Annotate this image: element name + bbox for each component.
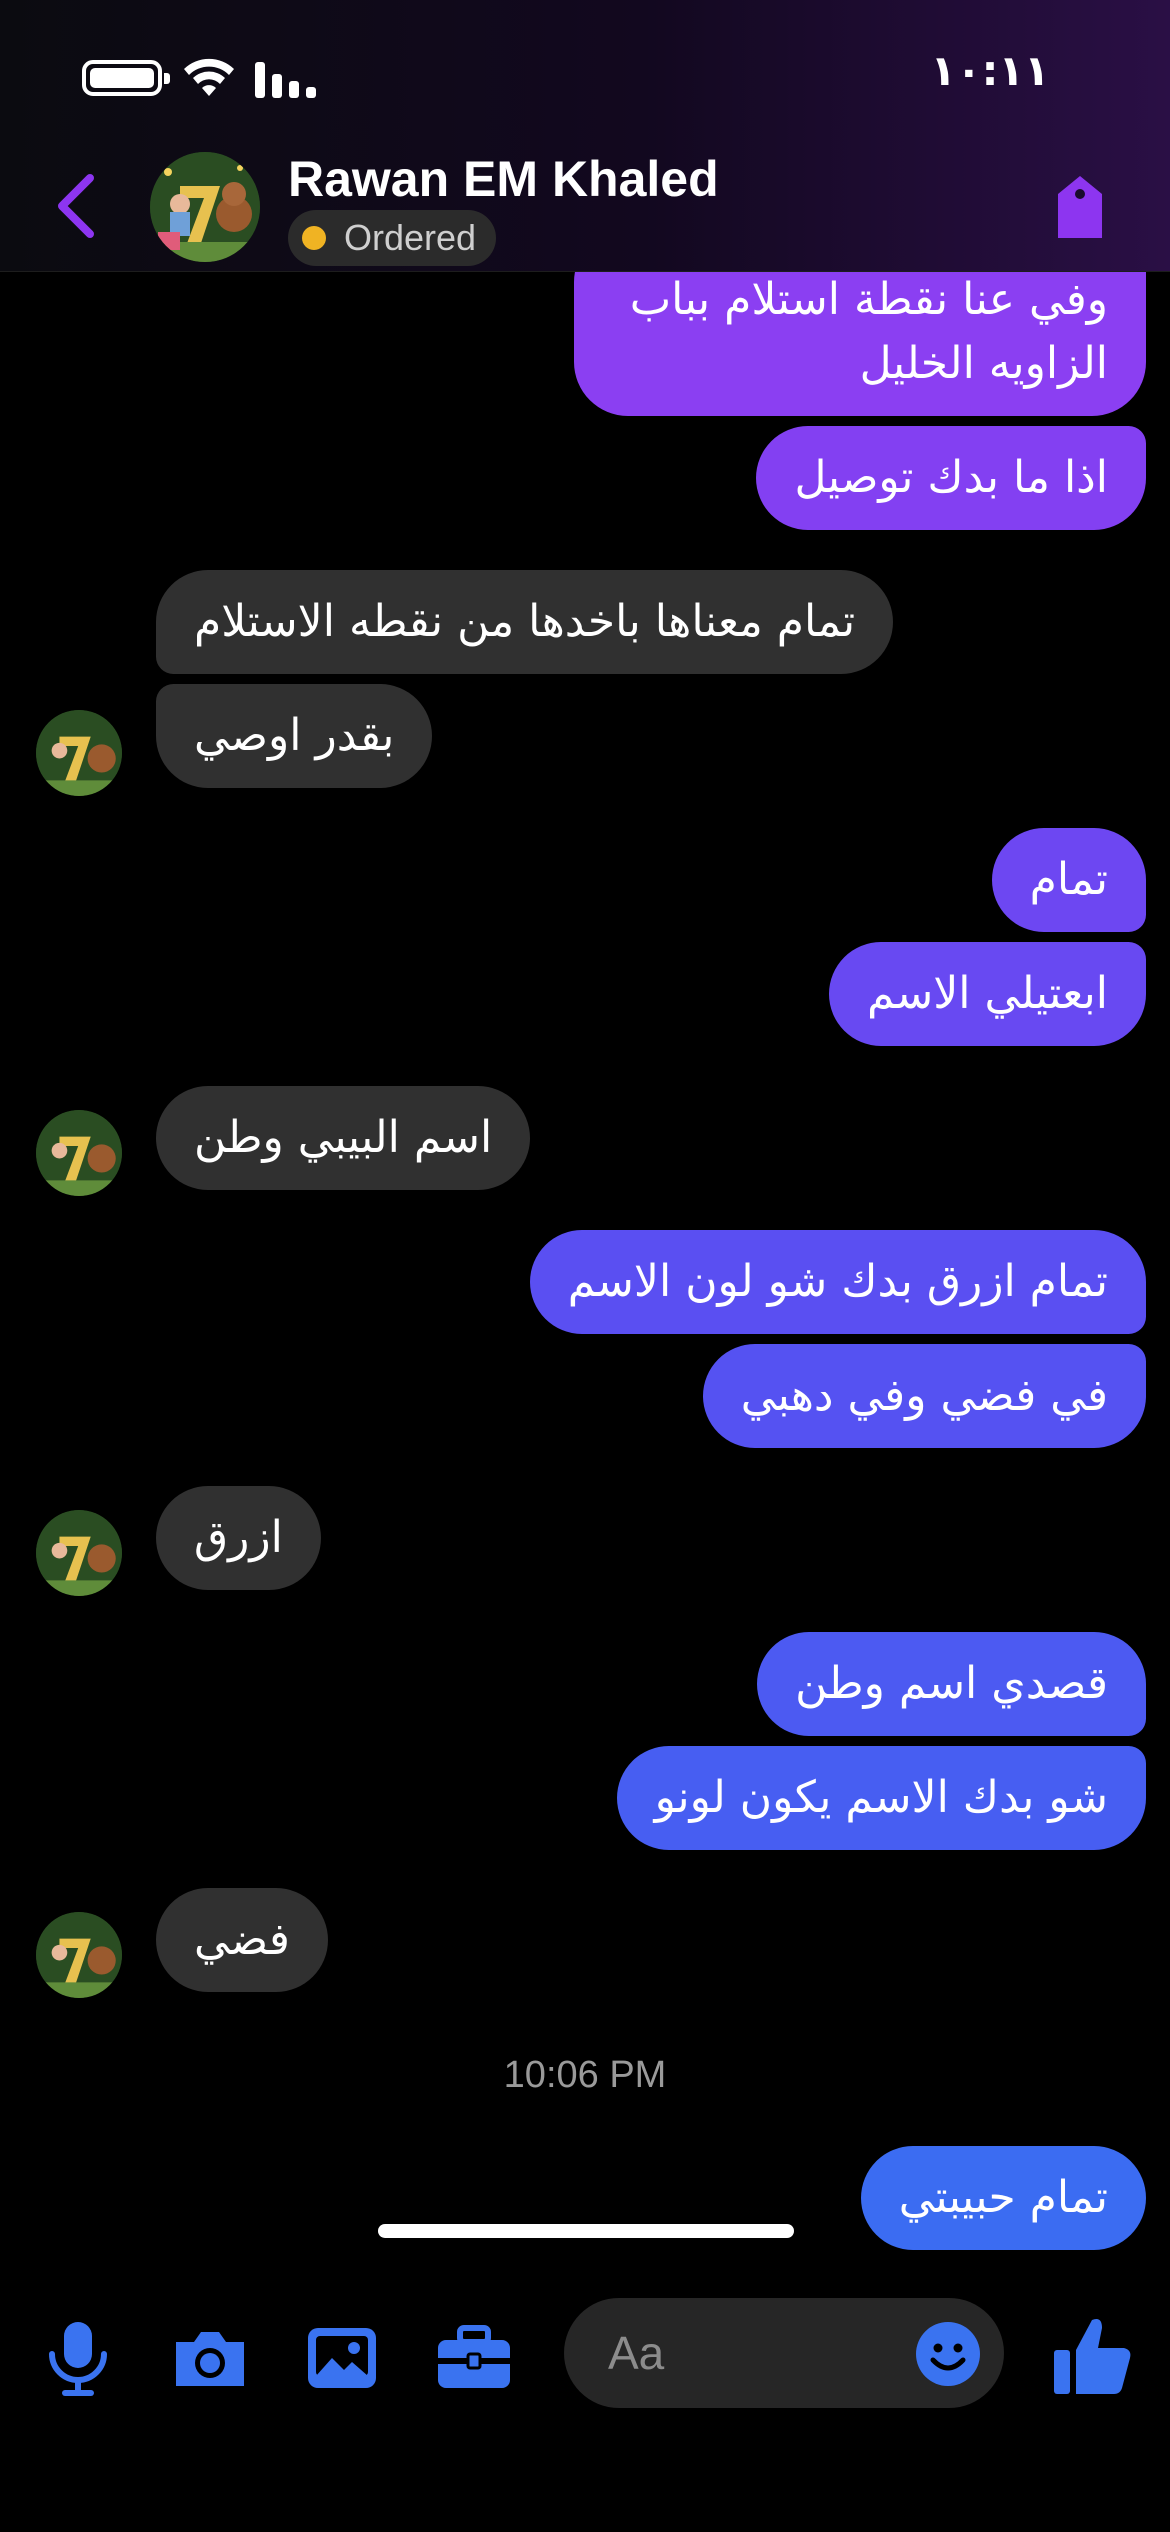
- message-text-line: وفي عنا نقطة استلام بباب: [629, 274, 1108, 325]
- message-text: قصدي اسم وطن: [795, 1658, 1108, 1709]
- message-text: في فضي وفي دهبي: [740, 1370, 1108, 1421]
- message-input-container[interactable]: [564, 2298, 1004, 2408]
- message-bubble-outgoing[interactable]: تمام حبيبتي: [860, 2146, 1146, 2250]
- message-text: بقدر اوصي: [194, 710, 395, 761]
- status-bar: ١٠:١١: [0, 0, 1170, 150]
- emoji-icon[interactable]: [914, 2320, 982, 2388]
- message-bubble-incoming[interactable]: ازرق: [156, 1486, 321, 1590]
- contact-name[interactable]: Rawan EM Khaled: [288, 150, 719, 208]
- home-indicator: [378, 2224, 794, 2238]
- message-bubble-outgoing[interactable]: قصدي اسم وطن: [757, 1632, 1146, 1736]
- message-bubble-incoming[interactable]: بقدر اوصي: [156, 684, 433, 788]
- briefcase-icon[interactable]: [432, 2316, 516, 2400]
- order-status-label: Ordered: [344, 217, 477, 258]
- message-bubble-incoming[interactable]: فضي: [156, 1888, 328, 1992]
- message-bubble-outgoing[interactable]: شو بدك الاسم يكون لونو: [616, 1746, 1146, 1850]
- avatar-photo: [36, 1110, 122, 1196]
- contact-avatar-small[interactable]: [36, 710, 122, 796]
- message-text: تمام ازرق بدك شو لون الاسم: [567, 1256, 1108, 1307]
- message-text: تمام: [1029, 854, 1108, 905]
- message-text: تمام معناها باخدها من نقطه الاستلام: [194, 596, 856, 647]
- message-bubble-outgoing[interactable]: ابعتيلي الاسم: [829, 942, 1146, 1046]
- message-text-line: الزاويه الخليل: [859, 338, 1108, 389]
- contact-avatar[interactable]: [150, 152, 260, 262]
- contact-avatar-small[interactable]: [36, 1510, 122, 1596]
- contact-avatar-small[interactable]: [36, 1110, 122, 1196]
- message-bubble-incoming[interactable]: اسم البيبي وطن: [156, 1086, 531, 1190]
- back-button[interactable]: [46, 170, 106, 242]
- cellular-signal-icon: [255, 60, 317, 98]
- status-time: ١٠:١١: [930, 46, 1050, 95]
- contact-avatar-small[interactable]: [36, 1912, 122, 1998]
- battery-icon: [82, 60, 170, 96]
- message-bubble-outgoing[interactable]: تمام ازرق بدك شو لون الاسم: [529, 1230, 1146, 1334]
- message-text: شو بدك الاسم يكون لونو: [654, 1772, 1108, 1823]
- message-text: اسم البيبي وطن: [194, 1112, 493, 1163]
- status-dot: [302, 226, 326, 250]
- message-input[interactable]: [608, 2322, 908, 2384]
- avatar-photo: [36, 710, 122, 796]
- avatar-photo: [150, 152, 260, 262]
- tag-icon[interactable]: [1050, 172, 1110, 244]
- message-text: ابعتيلي الاسم: [867, 968, 1108, 1019]
- camera-icon[interactable]: [168, 2316, 252, 2400]
- gallery-icon[interactable]: [300, 2316, 384, 2400]
- message-bubble-outgoing[interactable]: وفي عنا نقطة استلام بباب الزاويه الخليل: [574, 272, 1146, 416]
- message-bubble-incoming[interactable]: تمام معناها باخدها من نقطه الاستلام: [156, 570, 894, 674]
- message-bubble-outgoing[interactable]: في فضي وفي دهبي: [702, 1344, 1146, 1448]
- avatar-photo: [36, 1510, 122, 1596]
- order-status-badge[interactable]: Ordered: [288, 210, 497, 266]
- message-text: ازرق: [194, 1512, 283, 1563]
- microphone-icon[interactable]: [36, 2316, 120, 2400]
- message-bubble-outgoing[interactable]: اذا ما بدك توصيل: [756, 426, 1146, 530]
- message-text: فضي: [194, 1914, 290, 1965]
- message-text: تمام حبيبتي: [898, 2172, 1108, 2223]
- message-thread[interactable]: وفي عنا نقطة استلام بباب الزاويه الخليل …: [0, 272, 1170, 2272]
- wifi-icon: [184, 58, 234, 96]
- message-bubble-outgoing[interactable]: تمام: [991, 828, 1146, 932]
- message-text: اذا ما بدك توصيل: [794, 452, 1108, 503]
- message-timestamp: 10:06 PM: [503, 2054, 667, 2096]
- thumbs-up-icon[interactable]: [1050, 2310, 1134, 2400]
- composer-bar: [0, 2272, 1170, 2532]
- avatar-photo: [36, 1912, 122, 1998]
